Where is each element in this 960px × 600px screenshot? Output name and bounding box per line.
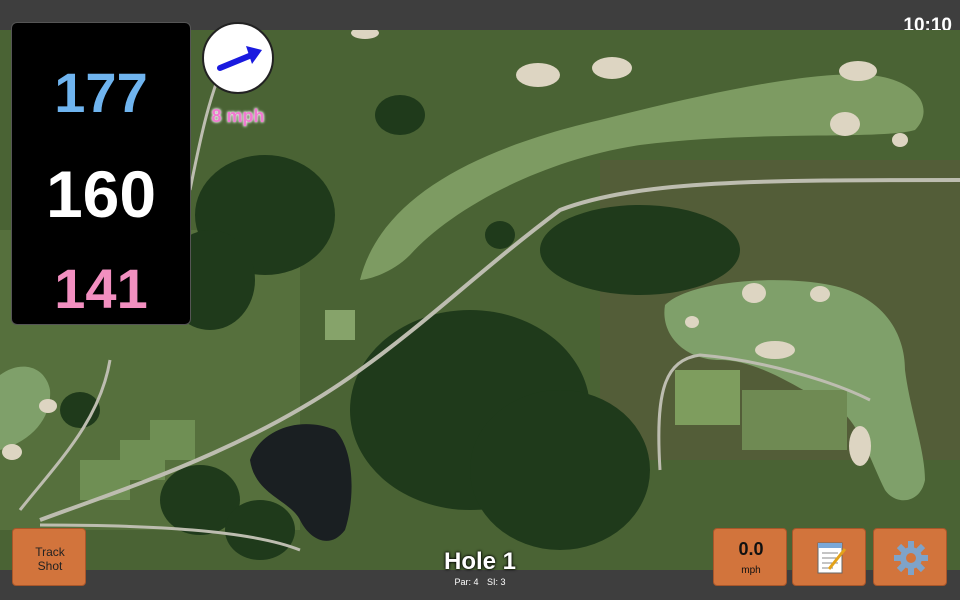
hole-title: Hole 1 <box>443 548 517 575</box>
track-shot-button[interactable]: Track Shot <box>12 528 86 586</box>
wind-speed: 8 mph <box>211 106 265 126</box>
settings-button[interactable] <box>873 528 947 586</box>
hole-si: SI: 3 <box>487 577 506 587</box>
back-distance: 177 <box>54 61 148 124</box>
front-distance: 141 <box>54 257 148 320</box>
speed-unit: mph <box>741 565 761 576</box>
speed-button[interactable]: 0.0 mph <box>713 528 787 586</box>
distance-panel: 177 160 141 <box>11 22 191 325</box>
gear-icon <box>894 541 928 575</box>
hole-par: Par: 4 <box>454 577 479 587</box>
notepad-icon <box>817 542 847 574</box>
track-shot-label-line1: Track <box>35 545 65 559</box>
speed-value: 0.0 <box>738 539 764 559</box>
wind-indicator <box>202 22 274 94</box>
track-shot-label-line2: Shot <box>37 559 63 573</box>
hole-info: Par: 4 SI: 3 <box>400 577 560 587</box>
notes-button[interactable] <box>792 528 866 586</box>
middle-distance: 160 <box>45 157 157 231</box>
arrow-icon <box>217 46 262 71</box>
